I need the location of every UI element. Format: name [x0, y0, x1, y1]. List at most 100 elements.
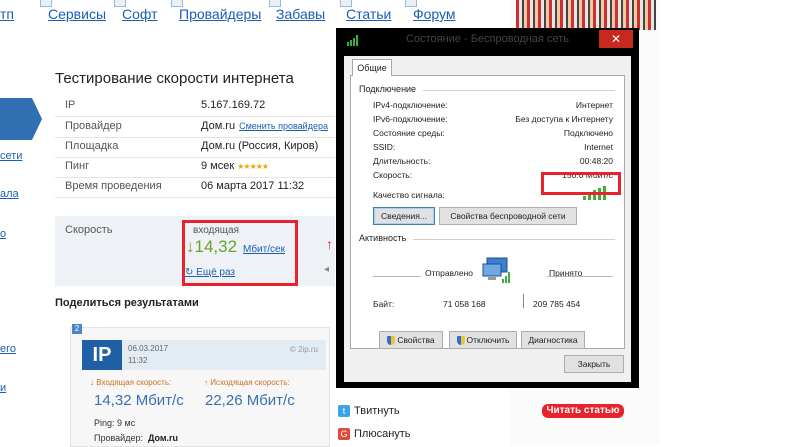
nav-item-partial[interactable]: тп	[0, 6, 14, 22]
incoming-speed-highlight: входящая ↓14,32 Мбит/сек ↻ Ещё раз	[182, 220, 298, 286]
disable-label: Отключить	[466, 335, 510, 345]
card-out-value: 22,26 Мбит/с	[205, 392, 295, 409]
card-in-value: 14,32 Мбит/с	[94, 392, 184, 409]
info-row-ip: IP 5.167.169.72	[55, 96, 335, 117]
status-key: SSID:	[373, 142, 396, 152]
group-divider	[413, 239, 615, 240]
card-out-label: ↑ Исходящая скорость:	[204, 378, 290, 387]
nav-item-articles[interactable]: Статьи	[346, 6, 391, 22]
card-brand: © 2ip.ru	[289, 345, 318, 354]
share-title: Поделиться результатами	[55, 297, 199, 309]
status-key: Состояние среды:	[373, 128, 445, 138]
nav-item-soft[interactable]: Софт	[122, 6, 158, 22]
info-value: 9 мсек	[201, 160, 235, 172]
twitter-icon: t	[338, 405, 350, 418]
ping-rating-stars: ★★★★★	[237, 162, 269, 171]
status-key: IPv4-подключение:	[373, 100, 448, 110]
status-key: IPv6-подключение:	[373, 114, 448, 124]
nav-item-forum[interactable]: Форум	[413, 6, 456, 22]
card-ping: Ping: 9 мс	[94, 418, 136, 428]
google-plus-label: Плюсануть	[354, 428, 411, 440]
left-nav-link[interactable]: и	[0, 382, 6, 394]
incoming-value-wrap: ↓14,32	[186, 237, 237, 257]
general-panel: Подключение IPv4-подключение: Интернет IP…	[350, 75, 625, 349]
info-key: IP	[65, 99, 76, 111]
info-value: 06 марта 2017 11:32	[201, 180, 305, 192]
dialog-client: Общие Подключение IPv4-подключение: Интер…	[344, 56, 631, 382]
tweet-button[interactable]: t Твитнуть	[338, 405, 448, 423]
activity-line	[547, 276, 613, 277]
wireless-status-dialog: Состояние - Беспроводная сеть ✕ Общие По…	[336, 28, 639, 388]
left-nav-link[interactable]: о	[0, 228, 6, 240]
status-key: Длительность:	[373, 156, 431, 166]
nav-item-services[interactable]: Сервисы	[48, 6, 106, 22]
read-article-button[interactable]: Читать статью	[542, 404, 624, 418]
status-key: Скорость:	[373, 170, 413, 180]
close-icon[interactable]: ✕	[599, 30, 633, 48]
info-key: Провайдер	[65, 120, 122, 132]
page-title: Тестирование скорости интернета	[55, 70, 294, 87]
signal-quality-label: Качество сигнала:	[373, 190, 445, 200]
nav-item-fun[interactable]: Забавы	[276, 6, 325, 22]
status-row: Состояние среды: Подключено	[373, 128, 613, 140]
left-nav-link[interactable]: сети	[0, 150, 22, 162]
nav-item-providers[interactable]: Провайдеры	[179, 6, 261, 22]
card-header: 06.03.2017 11:32 © 2ip.ru	[122, 340, 326, 370]
dialog-title: Состояние - Беспроводная сеть	[406, 33, 569, 45]
info-value: Дом.ru (Россия, Киров)	[201, 140, 319, 152]
arrow-left-icon: ◂	[324, 264, 330, 275]
info-key: Площадка	[65, 140, 119, 152]
upload-arrow-icon: ↑	[326, 236, 333, 252]
activity-group-label: Активность	[359, 233, 407, 243]
info-value: Дом.ru	[201, 120, 236, 132]
card-provider-value: Дом.ru	[148, 433, 179, 443]
dialog-titlebar[interactable]: Состояние - Беспроводная сеть ✕	[336, 28, 639, 52]
incoming-value: 14,32	[194, 237, 238, 256]
ip-logo: IP	[82, 340, 122, 370]
ad-image	[516, 0, 656, 30]
diagnose-button[interactable]: Диагностика	[521, 331, 585, 349]
card-time: 11:32	[128, 356, 148, 365]
wireless-properties-button[interactable]: Свойства беспроводной сети	[439, 207, 577, 225]
status-row: Длительность: 00:48:20	[373, 156, 613, 168]
group-divider	[423, 90, 615, 91]
card-date: 06.03.2017	[128, 344, 169, 353]
close-button[interactable]: Закрыть	[564, 355, 624, 373]
incoming-label: входящая	[193, 225, 239, 236]
left-nav-link[interactable]: его	[0, 343, 16, 355]
tweet-label: Твитнуть	[354, 405, 400, 417]
connection-group-label: Подключение	[359, 84, 417, 94]
info-value: 5.167.169.72	[201, 99, 266, 111]
card-in-label: ↓ Входящая скорость:	[90, 378, 172, 387]
retest-label: Ещё раз	[196, 267, 236, 278]
change-provider-link[interactable]: Сменить провайдера	[239, 121, 328, 131]
status-row: IPv6-подключение: Без доступа к Интернету	[373, 114, 613, 126]
shield-icon	[387, 336, 396, 346]
info-row-ping: Пинг 9 мсек ★★★★★	[55, 157, 335, 178]
info-row-time: Время проведения 06 марта 2017 11:32	[55, 177, 335, 198]
info-row-site: Площадка Дом.ru (Россия, Киров)	[55, 137, 335, 158]
down-arrow-icon: ↓	[186, 237, 195, 256]
status-value: 00:48:20	[579, 156, 613, 166]
properties-button[interactable]: Свойства	[379, 331, 443, 349]
status-value: Без доступа к Интернету	[515, 114, 613, 124]
shield-icon	[456, 336, 465, 346]
disable-button[interactable]: Отключить	[449, 331, 517, 349]
status-value: Интернет	[575, 100, 613, 110]
google-plus-button[interactable]: G Плюсануть	[338, 428, 448, 446]
top-nav: тп Сервисы Софт Провайдеры Забавы Статьи…	[0, 0, 520, 26]
info-row-provider: Провайдер Дом.ru Сменить провайдера	[55, 117, 335, 138]
retest-link[interactable]: ↻ Ещё раз	[185, 267, 235, 278]
bytes-label: Байт:	[373, 299, 395, 309]
left-nav-link[interactable]: ала	[0, 188, 19, 200]
card-provider-label: Провайдер:	[94, 433, 143, 443]
network-computers-icon	[482, 257, 510, 283]
incoming-unit-link[interactable]: Мбит/сек	[243, 244, 285, 255]
refresh-icon: ↻	[185, 267, 197, 278]
link-speed-highlight	[541, 172, 621, 195]
properties-label: Свойства	[397, 335, 435, 345]
tab-general[interactable]: Общие	[352, 59, 392, 76]
left-nav-active-marker[interactable]	[0, 98, 42, 140]
details-button[interactable]: Сведения...	[373, 207, 435, 225]
status-value: Internet	[584, 142, 613, 152]
